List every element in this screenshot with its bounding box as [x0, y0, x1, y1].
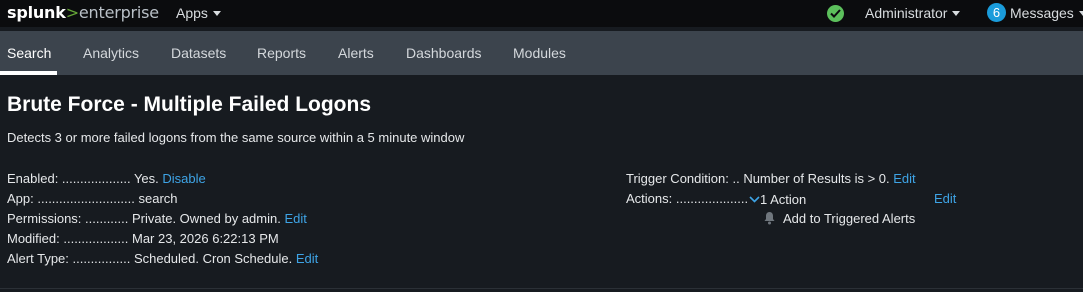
trigger-condition-label: Trigger Condition: ..	[626, 171, 740, 186]
page-title: Brute Force - Multiple Failed Logons	[7, 93, 372, 116]
action-item-label: Add to Triggered Alerts	[783, 211, 916, 226]
actions-edit-wrap: Edit	[934, 191, 956, 206]
messages-menu[interactable]: Messages	[1010, 5, 1083, 21]
logo-chevron: >	[65, 3, 79, 22]
alert-type-value: Scheduled. Cron Schedule.	[133, 251, 293, 266]
apps-menu[interactable]: Apps	[176, 5, 221, 21]
enabled-row: Enabled: ................... Yes. Disabl…	[7, 171, 206, 186]
health-status-icon[interactable]	[827, 5, 844, 22]
tab-dashboards[interactable]: Dashboards	[406, 45, 482, 61]
enabled-label: Enabled: ...................	[7, 171, 131, 186]
permissions-value: Private. Owned by admin.	[132, 211, 281, 226]
action-item-triggered-alerts: Add to Triggered Alerts	[783, 211, 915, 226]
permissions-edit-link[interactable]: Edit	[284, 211, 306, 226]
alert-type-label: Alert Type: ................	[7, 251, 131, 266]
tab-analytics[interactable]: Analytics	[83, 45, 139, 61]
permissions-row: Permissions: ............ Private. Owned…	[7, 211, 307, 226]
caret-down-icon	[952, 11, 961, 16]
user-name: Administrator	[865, 5, 948, 21]
alert-description: Detects 3 or more failed logons from the…	[7, 130, 465, 145]
disable-link[interactable]: Disable	[162, 171, 205, 186]
messages-label: Messages	[1010, 5, 1074, 21]
modified-label: Modified: ..................	[7, 231, 129, 246]
messages-count-badge[interactable]: 6	[987, 3, 1006, 22]
app-row: App: ........................... search	[7, 191, 178, 206]
divider	[0, 288, 1083, 289]
actions-row: Actions: ....................	[626, 191, 748, 206]
app-value: search	[138, 191, 178, 206]
modified-row: Modified: .................. Mar 23, 202…	[7, 231, 279, 246]
trigger-condition-value: Number of Results is > 0.	[743, 171, 890, 186]
actions-label: Actions: ....................	[626, 191, 749, 206]
chevron-down-icon	[749, 191, 760, 206]
alert-type-edit-link[interactable]: Edit	[296, 251, 318, 266]
tab-reports[interactable]: Reports	[257, 45, 306, 61]
tab-modules[interactable]: Modules	[513, 45, 566, 61]
modified-value: Mar 23, 2026 6:22:13 PM	[132, 231, 279, 246]
tab-datasets[interactable]: Datasets	[171, 45, 226, 61]
permissions-label: Permissions: ............	[7, 211, 129, 226]
apps-label: Apps	[176, 5, 208, 21]
trigger-edit-link[interactable]: Edit	[893, 171, 915, 186]
active-tab-indicator	[0, 71, 57, 75]
app-nav-bar: Search Analytics Datasets Reports Alerts…	[0, 31, 1083, 75]
caret-down-icon	[212, 11, 221, 16]
logo-product: enterprise	[78, 3, 159, 22]
actions-value: 1 Action	[760, 192, 807, 207]
logo-text: splunk	[7, 3, 66, 22]
caret-down-icon	[1078, 11, 1083, 16]
actions-toggle[interactable]: 1 Action	[749, 191, 806, 207]
splunk-logo[interactable]: splunk>enterprise	[7, 3, 159, 22]
tab-alerts[interactable]: Alerts	[338, 45, 374, 61]
alert-type-row: Alert Type: ................ Scheduled. …	[7, 251, 318, 266]
bell-icon	[763, 211, 776, 230]
actions-edit-link[interactable]: Edit	[934, 191, 956, 206]
tab-search[interactable]: Search	[7, 45, 51, 61]
user-menu[interactable]: Administrator	[865, 5, 961, 21]
app-label: App: ...........................	[7, 191, 135, 206]
top-bar: splunk>enterprise Apps Administrator 6 M…	[0, 0, 1083, 27]
enabled-value: Yes.	[133, 171, 159, 186]
trigger-condition-row: Trigger Condition: .. Number of Results …	[626, 171, 916, 186]
